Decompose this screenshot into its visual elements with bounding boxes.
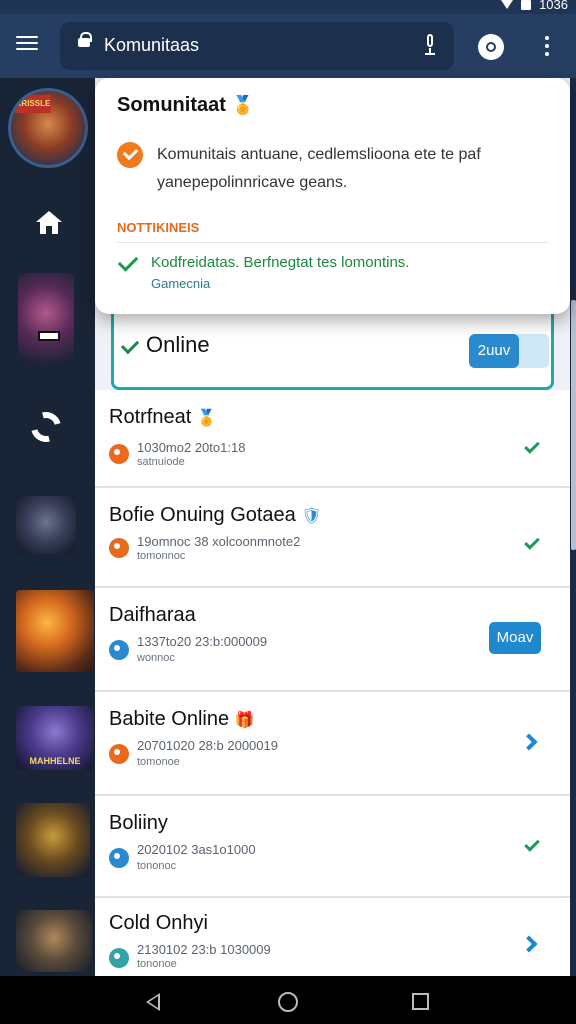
check-icon [524,534,540,550]
list-item-meta: 19omnoc 38 xolcoonmnote2 [137,534,301,549]
back-icon[interactable] [146,993,160,1011]
online-button[interactable]: 2uuv [469,334,519,368]
notification-text[interactable]: Kodfreidatas. Berfnegtat tes lomontins. [151,254,409,271]
game-thumbnail[interactable]: MAHHELNE [16,706,94,770]
more-options-icon[interactable] [545,36,549,56]
check-icon [120,335,140,355]
chevron-right-icon[interactable] [520,733,538,751]
divider [117,242,549,243]
system-nav-bar [0,976,576,1024]
list-item-meta: 1030mo2 20to1:18 [137,440,246,455]
list-item-meta: 2020102 3as1o1000 [137,842,256,857]
scrollbar[interactable] [571,300,576,550]
url-bar[interactable]: Komunitaas [60,22,454,70]
check-circle-icon [117,142,143,168]
notifications-heading: NOTTIKINEIS [117,220,200,235]
list-item-sub: tomonnoc [137,550,186,562]
menu-icon[interactable] [16,34,38,52]
profile-avatar[interactable]: KRISSLE [8,88,88,168]
list-item-title: Daifharaa [109,604,196,626]
status-time: 1036 [539,0,568,12]
list-item[interactable]: Daifharaa 1337to20 23:b:000009 wonnoc Mo… [95,588,570,692]
game-thumbnail[interactable] [16,803,90,877]
game-thumbnail[interactable] [16,590,94,672]
list-item-sub: tomonoe [137,756,180,768]
list-item[interactable]: Bofie Onuing Gotaea 🛡 19omnoc 38 xolcoon… [95,488,570,588]
lock-icon [78,32,92,47]
popup-description: Komunitais antuane, cedlemslioona ete te… [157,146,481,163]
list-item[interactable]: Cold Onhyi 2130102 23:b 1030009 tononoe [95,898,570,976]
url-text[interactable]: Komunitaas [104,35,199,56]
notification-link[interactable]: Gamecnia [151,276,210,291]
battery-icon [521,0,532,10]
online-label: Online [146,332,210,357]
clock-icon [109,538,129,558]
list-item-title: Boliiny [109,812,168,834]
list-item-title: Babite Online 🎁 [109,708,255,730]
gift-icon: 🎁 [234,712,255,729]
sync-icon[interactable] [25,406,67,448]
list-item-meta: 2130102 23:b 1030009 [137,942,271,957]
medal-icon: 🏅 [196,410,217,427]
clock-icon [109,848,129,868]
chevron-right-icon[interactable] [520,935,538,953]
sidebar: KRISSLE MAHHELNE [0,78,95,976]
list-item-sub: tononoc [137,860,177,872]
game-thumbnail[interactable] [18,273,74,373]
list-item-title: Bofie Onuing Gotaea 🛡 [109,504,322,526]
status-bar: 1036 [0,0,576,14]
game-thumbnail-title: MAHHELNE [29,756,81,766]
list-item-meta: 1337to20 23:b:000009 [137,634,268,649]
clock-icon [109,444,129,464]
community-popup[interactable]: Somunitaat 🏅 Komunitais antuane, cedlems… [95,78,570,314]
list-item[interactable]: Babite Online 🎁 20701020 28:b 2000019 to… [95,692,570,796]
record-icon[interactable] [478,34,504,60]
home-circle-icon[interactable] [278,992,298,1012]
wifi-icon [501,0,514,9]
home-icon[interactable] [36,211,62,235]
shield-icon: 🛡 [301,508,322,525]
clock-icon [109,948,129,968]
minimize-icon [38,331,60,341]
microphone-icon[interactable] [424,34,436,56]
check-icon [524,438,540,454]
list-item-title: Rotrfneat 🏅 [109,406,217,428]
browser-toolbar: Komunitaas [0,14,576,78]
popup-description-cont: yanepepolinnricave geans. [157,174,348,191]
list-item-sub: wonnoc [137,652,175,664]
list-item[interactable]: Rotrfneat 🏅 1030mo2 20to1:18 satnuiode [95,390,570,488]
view-button[interactable]: Moav [489,622,541,654]
list-item-sub: satnuiode [137,456,185,468]
check-icon [117,251,139,272]
game-thumbnail[interactable] [16,910,92,972]
avatar-badge: KRISSLE [15,95,51,113]
list-item[interactable]: Boliiny 2020102 3as1o1000 tononoc [95,796,570,898]
list-item-title: Cold Onhyi [109,912,208,934]
game-thumbnail[interactable] [16,496,76,554]
check-icon [524,836,540,852]
medal-icon: 🏅 [231,95,254,115]
recents-icon[interactable] [412,993,429,1010]
clock-icon [109,640,129,660]
popup-title: Somunitaat 🏅 [117,94,254,116]
list-item-sub: tononoe [137,958,177,970]
list-item-meta: 20701020 28:b 2000019 [137,738,278,753]
clock-icon [109,744,129,764]
